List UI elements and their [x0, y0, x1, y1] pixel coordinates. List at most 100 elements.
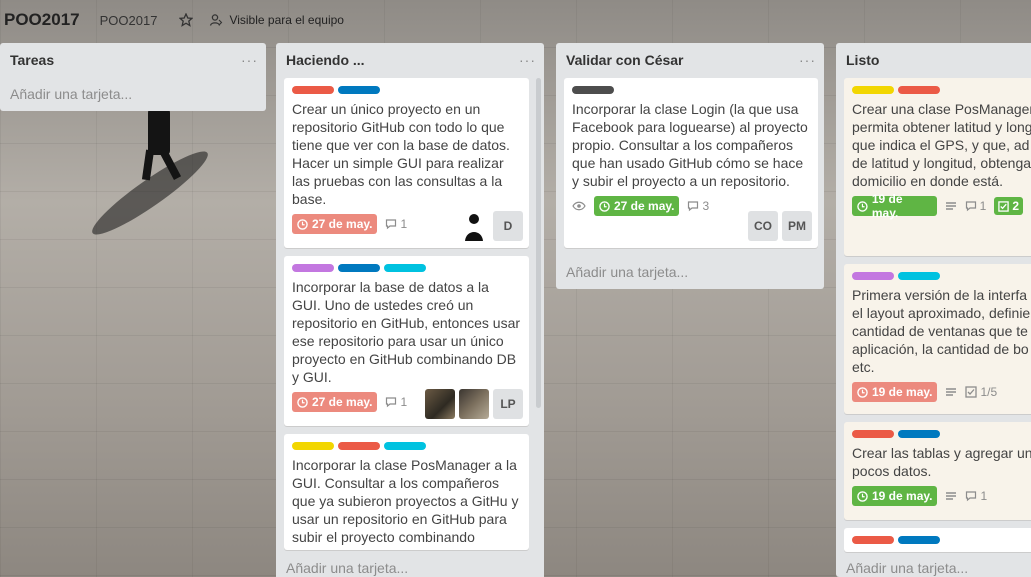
list-title[interactable]: Tareas [10, 52, 54, 68]
card-title: Primera versión de la interfa el layout … [852, 287, 1031, 375]
label-red [898, 86, 940, 94]
card-badges: 19 de may. 1 [852, 485, 1023, 507]
comments-badge: 1 [385, 395, 407, 409]
add-card-link[interactable]: Añadir una tarjeta... [0, 77, 266, 110]
card-labels [292, 264, 521, 272]
label-sky [384, 442, 426, 450]
card[interactable]: Crear un único proyecto en un repositori… [284, 78, 529, 248]
checklist-badge: 2 [994, 197, 1023, 215]
comment-icon [386, 219, 397, 230]
add-card-link[interactable]: Añadir una tarjeta... [836, 556, 978, 577]
comments-badge: 1 [965, 199, 987, 213]
due-date-text: 19 de may. [871, 192, 903, 220]
member-avatar[interactable] [459, 211, 489, 241]
clock-icon [857, 200, 868, 212]
card[interactable] [844, 528, 1031, 552]
comment-icon [688, 201, 699, 212]
card[interactable]: Incorporar la clase Login (la que usa Fa… [564, 78, 818, 248]
due-date-badge: 19 de may. [852, 486, 938, 506]
label-sky [384, 264, 426, 272]
comment-count: 1 [400, 395, 408, 409]
person-silhouette-icon [465, 214, 483, 241]
checklist-icon [998, 200, 1010, 212]
list-title[interactable]: Validar con César [566, 52, 684, 68]
visibility-label[interactable]: Visible para el equipo [229, 13, 344, 27]
label-black [572, 86, 614, 94]
due-date-text: 19 de may. [872, 385, 933, 399]
card[interactable]: Primera versión de la interfa el layout … [844, 264, 1031, 414]
board-org[interactable]: POO2017 [100, 13, 158, 28]
label-purple [292, 264, 334, 272]
comment-icon [386, 397, 397, 408]
due-date-text: 19 de may. [872, 489, 933, 503]
label-red [852, 536, 894, 544]
card-title: Crear las tablas y agregar un pocos dato… [852, 445, 1031, 479]
description-badge [945, 490, 957, 502]
checklist-icon [965, 386, 978, 398]
comments-badge: 1 [965, 489, 987, 503]
due-date-badge: 19 de may. [852, 192, 937, 220]
comment-icon [966, 491, 977, 502]
comment-icon [965, 201, 976, 212]
card-badges: 19 de may. 1/5 [852, 381, 1023, 403]
list-title[interactable]: Haciendo ... [286, 52, 365, 68]
card-labels [292, 442, 521, 450]
comment-count: 1 [979, 199, 987, 213]
watch-badge [572, 201, 586, 211]
card-title: Crear un único proyecto en un repositori… [292, 101, 514, 207]
list-header: Haciendo ... ··· [276, 43, 544, 77]
clock-icon [857, 490, 868, 502]
due-date-badge: 27 de may. [292, 214, 378, 234]
label-red [292, 86, 334, 94]
list-menu-icon[interactable]: ··· [799, 53, 816, 67]
label-red [852, 430, 894, 438]
card-labels [572, 86, 810, 94]
list-title[interactable]: Listo [846, 52, 879, 68]
description-icon [946, 492, 957, 500]
comment-count: 1 [980, 489, 988, 503]
add-card-link[interactable]: Añadir una tarjeta... [276, 556, 418, 577]
label-purple [852, 272, 894, 280]
card-title: Incorporar la clase PosManager a la GUI.… [292, 457, 519, 550]
list-scrollbar[interactable] [536, 78, 541, 408]
card-members: CO PM [748, 211, 812, 241]
card-labels [292, 86, 521, 94]
member-avatar[interactable]: LP [493, 389, 523, 419]
list-menu-icon[interactable]: ··· [519, 53, 536, 67]
member-avatar[interactable]: CO [748, 211, 778, 241]
label-red [338, 442, 380, 450]
card[interactable]: Crear una clase PosManager que permita o… [844, 78, 1031, 256]
clock-icon [297, 218, 308, 230]
member-avatar[interactable]: D [493, 211, 523, 241]
star-icon[interactable] [178, 12, 195, 27]
clock-icon [599, 200, 610, 212]
comments-badge: 3 [687, 199, 709, 213]
clock-icon [857, 386, 868, 398]
label-sky [898, 272, 940, 280]
label-blue [898, 536, 940, 544]
description-badge [945, 200, 957, 212]
comment-count: 3 [702, 199, 710, 213]
due-date-badge: 19 de may. [852, 382, 938, 402]
list-header: Tareas ··· [0, 43, 266, 77]
board-title[interactable]: POO2017 [4, 10, 80, 30]
board-header: POO2017 POO2017 Visible para el equipo [0, 0, 1031, 40]
member-avatar-photo[interactable] [425, 389, 455, 419]
card-members: LP [425, 389, 523, 419]
due-date-text: 27 de may. [614, 199, 675, 213]
due-date-badge: 27 de may. [594, 196, 680, 216]
team-visibility-icon[interactable] [209, 13, 223, 27]
card[interactable]: Crear las tablas y agregar un pocos dato… [844, 422, 1031, 520]
card-title: Crear una clase PosManager que permita o… [852, 101, 1031, 189]
list-menu-icon[interactable]: ··· [241, 53, 258, 67]
add-card-link[interactable]: Añadir una tarjeta... [556, 256, 698, 288]
description-badge [945, 386, 957, 398]
card[interactable]: Incorporar la base de datos a la GUI. Un… [284, 256, 529, 426]
list-tareas: Tareas ··· Añadir una tarjeta... [0, 43, 266, 111]
member-avatar-photo[interactable] [459, 389, 489, 419]
card-labels [852, 272, 1023, 280]
member-avatar[interactable]: PM [782, 211, 812, 241]
card[interactable]: Incorporar la clase PosManager a la GUI.… [284, 434, 529, 550]
card-labels [852, 430, 1023, 438]
checklist-count: 1/5 [980, 385, 998, 399]
